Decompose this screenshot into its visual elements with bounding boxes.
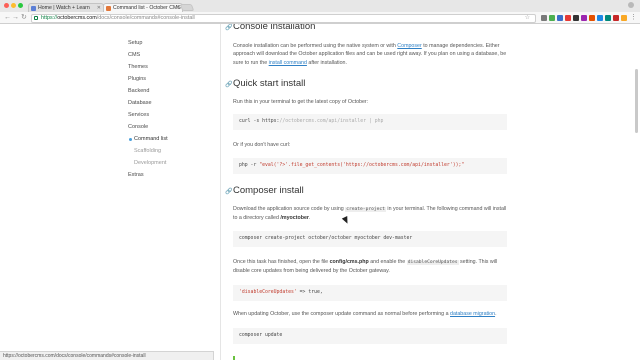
code-string: "eval('?>'.file_get_contents('https://oc… <box>259 163 465 168</box>
note-marker <box>233 356 235 360</box>
docs-page: Setup CMS Themes Plugins Backend Databas… <box>0 24 640 360</box>
text: Console installation can be performed us… <box>233 43 398 49</box>
extension-icon[interactable] <box>549 14 555 21</box>
sidebar-item-services[interactable]: Services <box>128 112 149 118</box>
back-arrow-icon[interactable]: ← <box>4 13 11 22</box>
sidebar-item-backend[interactable]: Backend <box>128 88 149 94</box>
text: after installation. <box>306 59 347 66</box>
text: Download the application source code by … <box>233 206 346 212</box>
url-host: octobercms.com <box>57 14 97 21</box>
sidebar-item-setup[interactable]: Setup <box>128 40 142 46</box>
close-tab-icon[interactable]: ✕ <box>97 4 101 12</box>
heading-quick-start-install: Quick start install <box>233 78 306 89</box>
sidebar-item-scaffolding[interactable]: Scaffolding <box>134 148 161 154</box>
lock-icon <box>34 16 38 20</box>
code-text: curl -s https: <box>239 119 280 124</box>
tab-title: Home | Watch + Learn <box>38 5 90 11</box>
sidebar-item-themes[interactable]: Themes <box>128 64 148 70</box>
watch-learn-favicon-icon <box>31 5 36 11</box>
maximize-window-icon[interactable] <box>18 3 23 8</box>
minimize-window-icon[interactable] <box>11 3 16 8</box>
code-block-composer-update: composer update <box>233 328 507 344</box>
extension-icon[interactable] <box>597 14 603 21</box>
bookmark-star-icon[interactable]: ☆ <box>525 15 530 22</box>
sidebar-item-command-list[interactable]: Command list <box>134 136 168 142</box>
october-favicon-icon <box>106 5 111 11</box>
menu-icon[interactable]: ⋮ <box>630 13 637 22</box>
heading-link-icon[interactable]: 🔗 <box>225 24 232 31</box>
extension-icon[interactable] <box>573 14 579 21</box>
text: and enable the <box>368 259 407 265</box>
text: . <box>495 311 497 317</box>
heading-link-icon[interactable]: 🔗 <box>225 81 232 88</box>
address-bar[interactable]: https://octobercms.com/docs/console/comm… <box>31 13 536 23</box>
extension-icon[interactable] <box>541 14 547 21</box>
extension-icon[interactable] <box>557 14 563 21</box>
inline-code: disableCoreUpdates <box>406 260 459 265</box>
code-block-php: php -r "eval('?>'.file_get_contents('htt… <box>233 158 507 174</box>
sidebar-divider <box>220 24 221 360</box>
close-window-icon[interactable] <box>4 3 9 8</box>
text: When updating October, use the composer … <box>233 311 450 317</box>
database-migration-link[interactable]: database migration <box>450 311 495 317</box>
code-block-composer-create: composer create-project october/october … <box>233 231 507 247</box>
sidebar-item-cms[interactable]: CMS <box>128 52 140 58</box>
extension-icon[interactable] <box>621 14 627 21</box>
tab-command-list[interactable]: Command list - October CMS ✕ <box>103 3 183 12</box>
paragraph-no-curl: Or if you don't have curl: <box>233 142 291 148</box>
heading-link-icon[interactable]: 🔗 <box>225 188 232 195</box>
url-scheme: https:// <box>41 14 58 21</box>
tab-title: Command list - October CMS <box>113 5 181 11</box>
sidebar-item-development[interactable]: Development <box>134 160 166 166</box>
heading-console-installation: Console installation <box>233 24 316 32</box>
sidebar-item-plugins[interactable]: Plugins <box>128 76 146 82</box>
page-scrollbar[interactable] <box>635 69 638 133</box>
browser-toolbar: ← → ↻ https://octobercms.com/docs/consol… <box>0 12 640 24</box>
code-block-curl: curl -s https://octobercms.com/api/insta… <box>233 114 507 130</box>
forward-arrow-icon[interactable]: → <box>12 13 19 22</box>
profile-icon[interactable] <box>628 2 634 8</box>
reload-icon[interactable]: ↻ <box>21 13 27 22</box>
bold-text: /myoctober <box>280 215 309 222</box>
text: . <box>308 215 311 222</box>
extension-icon[interactable] <box>565 14 571 21</box>
code-block-disable-updates: 'disableCoreUpdates' => true, <box>233 285 507 301</box>
code-comment: //octobercms.com/api/installer | php <box>279 119 384 124</box>
paragraph-console-installation: Console installation can be performed us… <box>233 42 508 67</box>
code-text: => true, <box>296 290 323 295</box>
tab-home-watch-learn[interactable]: Home | Watch + Learn ✕ <box>28 3 104 12</box>
new-tab-button[interactable] <box>179 4 195 11</box>
status-bar-url: https://octobercms.com/docs/console/comm… <box>0 351 214 360</box>
extension-icon[interactable] <box>589 14 595 21</box>
active-item-dot-icon <box>129 138 132 141</box>
paragraph-config-cms: Once this task has finished, open the fi… <box>233 258 508 276</box>
composer-link[interactable]: Composer <box>397 43 421 49</box>
url-path: /docs/console/commands#console-install <box>96 14 195 21</box>
browser-tab-bar: Home | Watch + Learn ✕ Command list - Oc… <box>0 0 640 12</box>
sidebar-item-console[interactable]: Console <box>128 124 148 130</box>
heading-composer-install: Composer install <box>233 185 304 196</box>
text: Once this task has finished, open the fi… <box>233 259 330 265</box>
paragraph-quick-start: Run this in your terminal to get the lat… <box>233 99 369 105</box>
paragraph-composer-install: Download the application source code by … <box>233 205 508 223</box>
inline-code: create-project <box>345 207 386 212</box>
code-string: 'disableCoreUpdates' <box>239 290 297 295</box>
bold-text: config/cms.php <box>329 259 369 265</box>
extension-icon[interactable] <box>605 14 611 21</box>
code-text: php -r <box>239 163 260 168</box>
paragraph-updating: When updating October, use the composer … <box>233 310 508 318</box>
sidebar-item-database[interactable]: Database <box>128 100 152 106</box>
extension-icon[interactable] <box>581 14 587 21</box>
extension-icon[interactable] <box>613 14 619 21</box>
install-command-link[interactable]: install command <box>269 60 307 66</box>
sidebar-item-extras[interactable]: Extras <box>128 172 144 178</box>
